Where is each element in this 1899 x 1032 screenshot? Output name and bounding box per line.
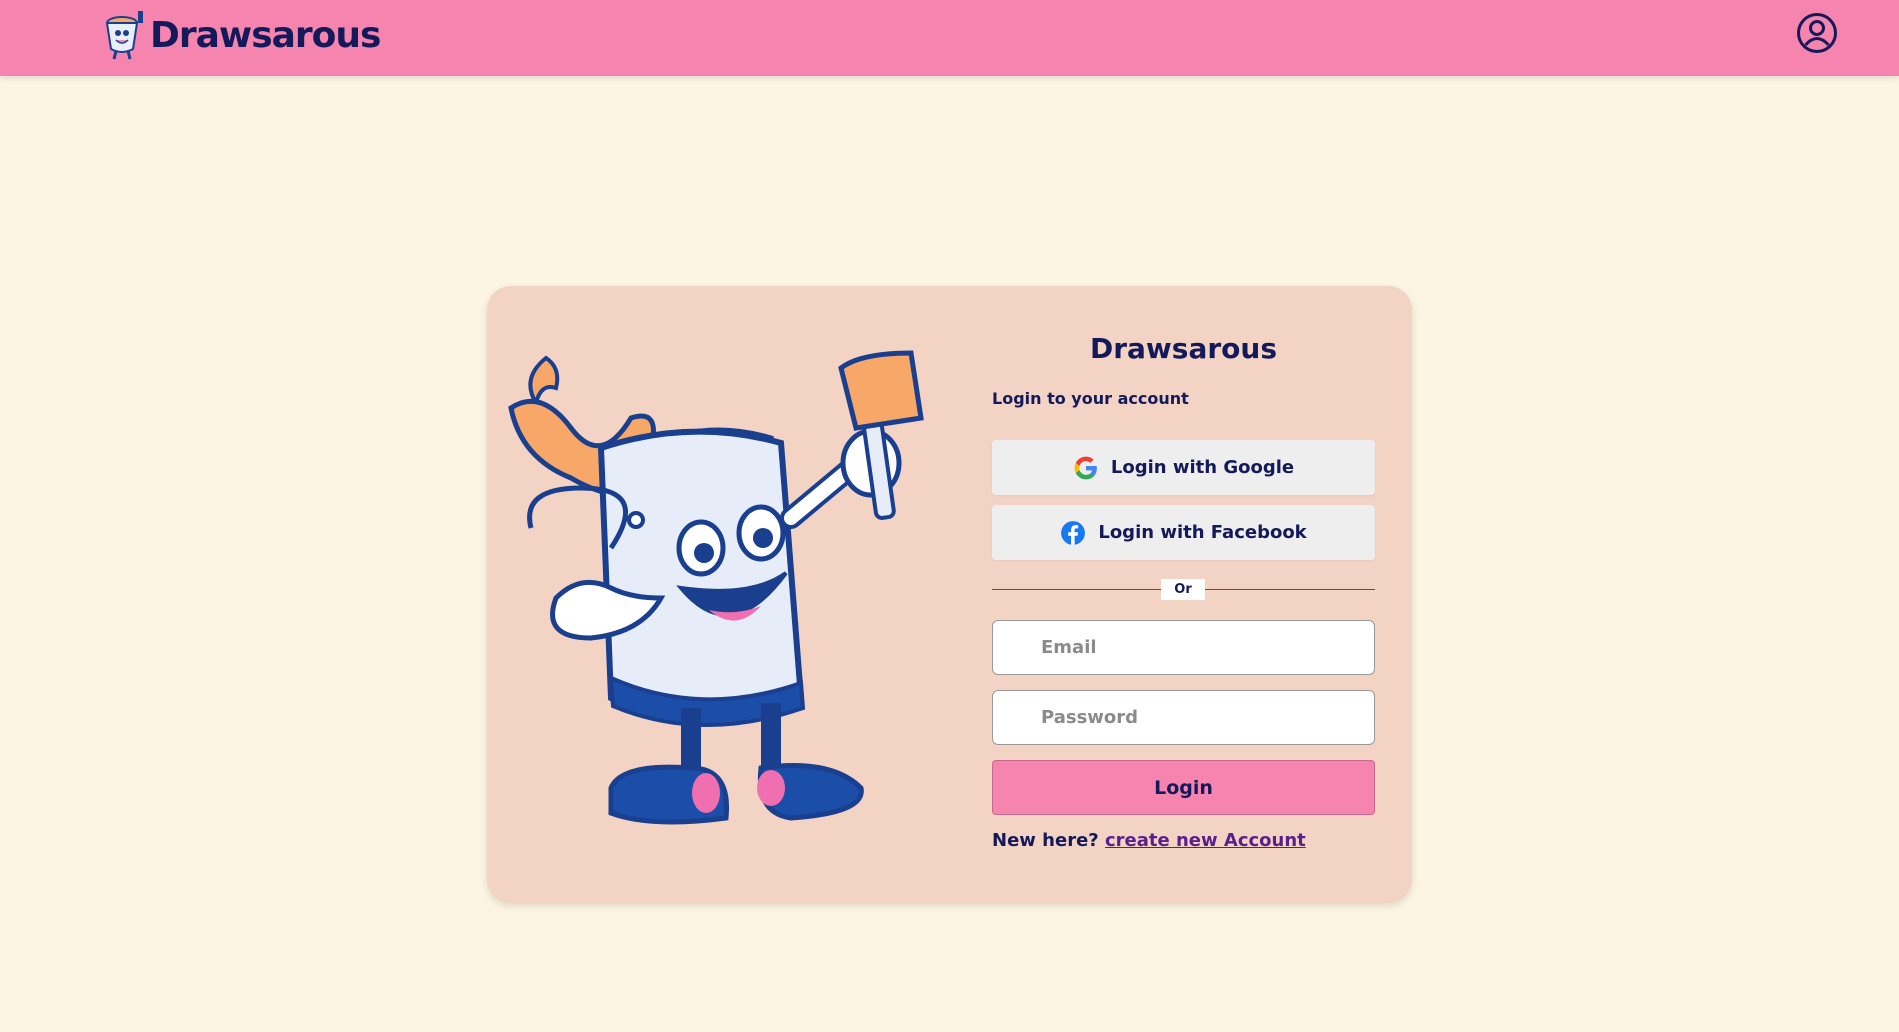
paint-bucket-mascot-illustration — [508, 350, 924, 825]
facebook-icon — [1061, 520, 1086, 545]
login-form: Drawsarous Login to your account Login w… — [992, 286, 1375, 903]
password-field[interactable] — [992, 690, 1375, 745]
google-button-label: Login with Google — [1110, 457, 1295, 478]
login-with-google-button[interactable]: Login with Google — [992, 440, 1375, 495]
login-with-facebook-button[interactable]: Login with Facebook — [992, 505, 1375, 560]
login-card: Drawsarous Login to your account Login w… — [487, 286, 1412, 903]
brand[interactable]: Drawsarous — [98, 8, 381, 62]
google-icon — [1074, 456, 1097, 479]
form-title: Drawsarous — [1089, 332, 1278, 365]
form-subtitle: Login to your account — [992, 389, 1189, 408]
brand-name: Drawsarous — [150, 14, 381, 56]
signup-prompt-text: New here? — [992, 830, 1099, 851]
divider-or-label: Or — [1161, 579, 1205, 600]
paint-bucket-logo-icon — [105, 11, 143, 60]
top-navbar: Drawsarous — [0, 0, 1899, 76]
signup-prompt: New here? create new Account — [992, 830, 1306, 851]
create-account-link[interactable]: create new Account — [1105, 830, 1306, 851]
email-field[interactable] — [992, 620, 1375, 675]
user-circle-icon[interactable] — [1796, 12, 1838, 54]
login-button[interactable]: Login — [992, 760, 1375, 815]
facebook-button-label: Login with Facebook — [1098, 522, 1307, 543]
